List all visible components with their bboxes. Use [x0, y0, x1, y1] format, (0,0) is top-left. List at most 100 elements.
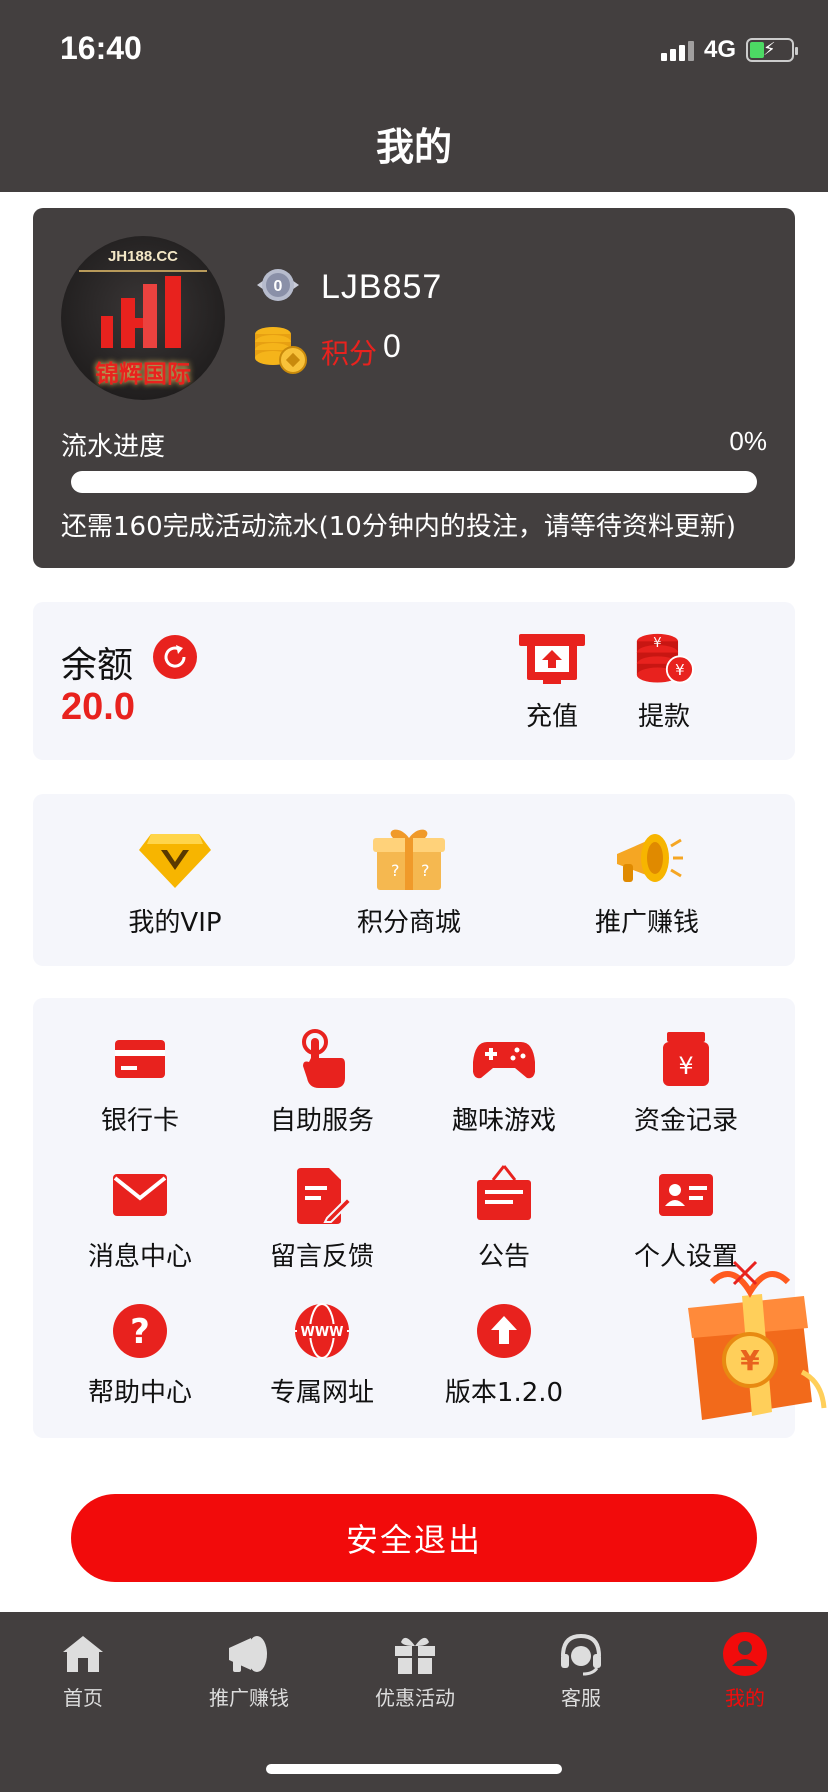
grid-item-label: 消息中心 — [87, 1242, 192, 1272]
tab-label: 首页 — [63, 1686, 103, 1710]
gift-box-icon: ? ? — [373, 829, 445, 890]
tab-promotions[interactable]: 优惠活动 — [332, 1630, 498, 1711]
status-indicators: 4G ⚡ — [660, 36, 798, 64]
battery-icon: ⚡ — [746, 38, 798, 62]
tab-promote[interactable]: 推广赚钱 — [166, 1630, 332, 1711]
tab-label: 推广赚钱 — [209, 1686, 289, 1710]
withdraw-icon: ¥ ¥ — [636, 633, 694, 684]
grid-item-self-service[interactable]: 自助服务 — [237, 1028, 407, 1137]
refresh-balance-button[interactable] — [153, 635, 197, 679]
grid-item-label: 版本1.2.0 — [444, 1378, 564, 1408]
tab-customer-service[interactable]: 客服 — [498, 1630, 664, 1711]
grid-item-version[interactable]: 版本1.2.0 — [419, 1300, 589, 1409]
tab-home[interactable]: 首页 — [0, 1630, 166, 1711]
svg-text:WWW: WWW — [300, 1325, 343, 1340]
headset-icon — [561, 1633, 601, 1676]
feature-promote-earn[interactable]: 推广赚钱 — [567, 824, 727, 939]
coins-icon — [255, 327, 307, 374]
grid-item-label: 资金记录 — [633, 1106, 738, 1136]
gift-icon — [395, 1637, 435, 1674]
logout-button[interactable]: 安全退出 — [71, 1494, 757, 1582]
network-type: 4G — [703, 36, 736, 63]
grid-item-label: 自助服务 — [269, 1106, 374, 1136]
id-card-icon — [659, 1174, 713, 1216]
tab-label: 我的 — [725, 1686, 765, 1710]
grid-item-help-center[interactable]: ? 帮助中心 — [55, 1300, 225, 1409]
grid-item-label: 公告 — [477, 1242, 530, 1272]
grid-item-message-center[interactable]: 消息中心 — [55, 1164, 225, 1273]
svg-text:¥: ¥ — [740, 1344, 760, 1377]
balance-value: 20.0 — [61, 686, 135, 728]
avatar-site-text: JH188.CC — [107, 248, 179, 265]
vip-diamond-icon — [139, 834, 211, 888]
balance-card: 余额 20.0 充值 ¥ ¥ 提款 — [33, 602, 795, 760]
signal-icon — [660, 39, 694, 61]
tab-mine[interactable]: 我的 — [662, 1630, 828, 1711]
status-time: 16:40 — [60, 30, 142, 66]
svg-text:?: ? — [130, 1312, 150, 1352]
svg-text:?: ? — [391, 861, 400, 880]
svg-text:?: ? — [421, 861, 430, 880]
megaphone-icon — [229, 1636, 267, 1672]
progress-note: 还需160完成活动流水(10分钟内的投注，请等待资料更新) — [61, 512, 736, 542]
upload-arrow-icon — [477, 1304, 531, 1358]
grid-item-bank-card[interactable]: 银行卡 — [55, 1028, 225, 1137]
grid-item-feedback[interactable]: 留言反馈 — [237, 1164, 407, 1273]
gamepad-icon — [473, 1042, 535, 1079]
bank-card-icon — [115, 1040, 165, 1078]
username: LJB857 — [321, 268, 443, 306]
feature-label: 积分商城 — [356, 908, 461, 938]
tab-label: 优惠活动 — [375, 1686, 455, 1710]
grid-item-label: 银行卡 — [100, 1106, 179, 1136]
money-record-icon: ¥ — [663, 1032, 709, 1086]
refresh-icon — [164, 645, 186, 668]
level-number: 0 — [274, 278, 283, 295]
tap-hand-icon — [302, 1029, 345, 1088]
balance-label: 余额 — [61, 645, 134, 686]
feature-points-mall[interactable]: ? ? 积分商城 — [329, 824, 489, 939]
close-icon[interactable] — [728, 1256, 762, 1290]
home-indicator — [266, 1764, 562, 1774]
user-icon — [723, 1632, 767, 1676]
top-header: 16:40 4G ⚡ 我的 — [0, 0, 828, 192]
mail-icon — [113, 1174, 167, 1216]
megaphone-icon — [617, 834, 683, 882]
grid-item-label: 留言反馈 — [269, 1242, 374, 1272]
help-icon: ? — [113, 1304, 167, 1358]
progress-percent: 0% — [729, 426, 767, 456]
feedback-icon — [297, 1168, 353, 1224]
svg-text:¥: ¥ — [675, 661, 685, 679]
page-title: 我的 — [375, 125, 452, 169]
svg-text:¥: ¥ — [678, 1052, 693, 1080]
profile-card: JH188.CC 锦辉国际 0 LJB857 积分 0 流水进度 0% 还需16… — [33, 208, 795, 568]
grid-item-exclusive-url[interactable]: WWW 专属网址 — [237, 1300, 407, 1409]
grid-item-label: 专属网址 — [269, 1378, 374, 1408]
avatar[interactable]: JH188.CC 锦辉国际 — [61, 236, 225, 400]
feature-label: 我的VIP — [128, 908, 222, 938]
svg-text:¥: ¥ — [653, 636, 661, 651]
brand-logo-icon — [101, 276, 181, 348]
www-globe-icon: WWW — [295, 1303, 349, 1359]
feature-my-vip[interactable]: 我的VIP — [95, 824, 255, 939]
deposit-button[interactable]: 充值 — [507, 632, 597, 733]
points-label: 积分 — [321, 337, 378, 370]
quick-features: 我的VIP ? ? 积分商城 推广赚钱 — [33, 794, 795, 966]
points-value: 0 — [383, 328, 401, 364]
tab-label: 客服 — [561, 1686, 601, 1710]
level-badge-icon: 0 — [257, 269, 299, 301]
withdraw-button[interactable]: ¥ ¥ 提款 — [619, 632, 709, 733]
grid-item-announcement[interactable]: 公告 — [419, 1164, 589, 1273]
progress-label: 流水进度 — [61, 432, 166, 462]
avatar-brand-text: 锦辉国际 — [95, 360, 191, 388]
feature-label: 推广赚钱 — [594, 908, 699, 938]
withdraw-label: 提款 — [637, 702, 690, 732]
home-icon — [63, 1636, 103, 1672]
deposit-label: 充值 — [525, 702, 578, 732]
grid-item-fund-records[interactable]: ¥ 资金记录 — [601, 1028, 771, 1137]
grid-item-label: 趣味游戏 — [451, 1106, 556, 1136]
notice-board-icon — [477, 1165, 531, 1220]
progress-bar — [71, 471, 757, 493]
deposit-icon — [519, 634, 585, 684]
grid-item-fun-games[interactable]: 趣味游戏 — [419, 1028, 589, 1137]
grid-item-label: 帮助中心 — [87, 1378, 192, 1408]
